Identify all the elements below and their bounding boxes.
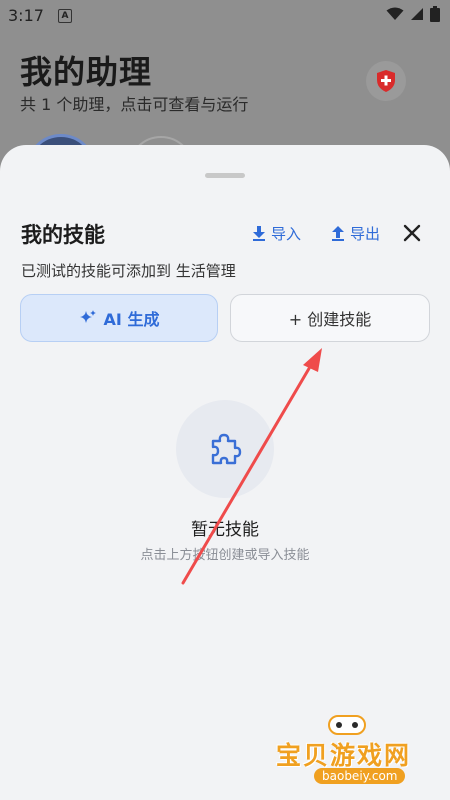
signal-icon: [411, 8, 423, 20]
empty-state-title: 暂无技能: [191, 520, 259, 540]
export-label: 导出: [350, 225, 381, 243]
status-icons: [386, 6, 440, 22]
status-bar: 3:17 A: [0, 0, 450, 30]
puzzle-icon: [211, 433, 242, 465]
ai-generate-button[interactable]: AI 生成: [20, 294, 218, 342]
skills-sheet: 我的技能 导入 导出 已测试的技能可添加到 生活管理 AI 生成 + 创建技能 …: [0, 145, 450, 800]
export-button[interactable]: 导出: [331, 223, 380, 244]
security-button[interactable]: [366, 61, 406, 101]
empty-state-hint: 点击上方按钮创建或导入技能: [140, 548, 310, 563]
create-skill-button[interactable]: + 创建技能: [230, 294, 430, 342]
shield-icon: [377, 70, 395, 92]
create-skill-label: + 创建技能: [288, 310, 372, 329]
status-indicator: A: [58, 9, 72, 23]
empty-state-icon-circle: [176, 400, 274, 498]
import-label: 导入: [271, 225, 302, 243]
watermark-text: 宝贝游戏网: [276, 741, 412, 770]
watermark-url: baobeiy.com: [314, 768, 406, 784]
sheet-description: 已测试的技能可添加到 生活管理: [21, 262, 236, 280]
battery-icon: [430, 6, 440, 22]
wifi-icon: [386, 7, 404, 20]
drag-handle[interactable]: [205, 173, 245, 178]
download-icon: [253, 226, 265, 241]
ai-generate-label: AI 生成: [103, 310, 160, 329]
import-button[interactable]: 导入: [252, 223, 301, 244]
watermark-logo: 宝贝游戏网 baobeiy.com: [268, 708, 443, 788]
close-icon[interactable]: [400, 221, 424, 245]
upload-icon: [332, 226, 344, 241]
status-time: 3:17: [8, 6, 44, 25]
page-subtitle: 共 1 个助理，点击可查看与运行: [20, 95, 249, 114]
sparkle-icon: [79, 310, 96, 323]
sheet-title: 我的技能: [21, 223, 105, 247]
page-title: 我的助理: [20, 53, 153, 91]
gamepad-icon: [328, 715, 366, 735]
